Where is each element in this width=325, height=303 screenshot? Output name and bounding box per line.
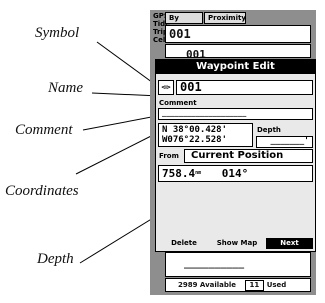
show-map-button[interactable]: Show Map [212, 238, 262, 249]
storage-status-bar: 2989 Available 11 Used [165, 278, 311, 292]
waypoint-symbol-icon: ⊲⊳ [160, 84, 172, 91]
name-field[interactable]: 001 [176, 80, 313, 95]
latitude-value: N 38°00.428' [162, 125, 228, 135]
from-field[interactable]: Current Position [184, 149, 313, 163]
comment-field[interactable]: ____________________ [158, 108, 313, 120]
distance-value: 758.4 [162, 167, 196, 180]
callout-coordinates: Coordinates [5, 183, 79, 199]
bottom-dashes: __________ [184, 258, 245, 269]
bearing-value: 014° [221, 167, 249, 180]
from-label: From [159, 152, 179, 160]
used-label: Used [266, 281, 287, 289]
callout-depth: Depth [37, 251, 74, 267]
waypoint-list-cut-label: 001 [186, 48, 206, 58]
waypoint-list-cut-row[interactable]: 001 [165, 44, 311, 58]
symbol-field[interactable]: ⊲⊳ [158, 80, 174, 95]
tab-by-name[interactable]: By Name [165, 12, 203, 33]
waypoint-list-bottom-row[interactable]: __________ [165, 252, 311, 277]
delete-button[interactable]: Delete [162, 238, 206, 249]
used-count-box: 11 [244, 280, 265, 291]
longitude-value: W076°22.528' [162, 135, 228, 145]
depth-label: Depth [257, 126, 281, 134]
callout-comment: Comment [15, 122, 73, 138]
available-label: Available [199, 281, 237, 289]
dialog-title: Waypoint Edit [156, 60, 315, 74]
comment-label: Comment [159, 99, 197, 107]
available-count: 2989 [178, 281, 198, 289]
callout-symbol: Symbol [35, 25, 80, 41]
waypoint-edit-dialog: Waypoint Edit ⊲⊳ 001 Comment ___________… [155, 59, 316, 252]
distance-unit: nm [195, 170, 202, 176]
depth-field[interactable]: _______' [256, 136, 313, 148]
coordinates-field[interactable]: N 38°00.428' W076°22.528' [158, 123, 253, 147]
distance-bearing-field[interactable]: 758.4nm 014° [158, 165, 313, 182]
next-button[interactable]: Next [266, 238, 313, 249]
tab-proximity[interactable]: Proximity [204, 12, 246, 24]
callout-name: Name [48, 80, 83, 96]
waypoint-list-top-row[interactable]: 001 [165, 25, 311, 43]
